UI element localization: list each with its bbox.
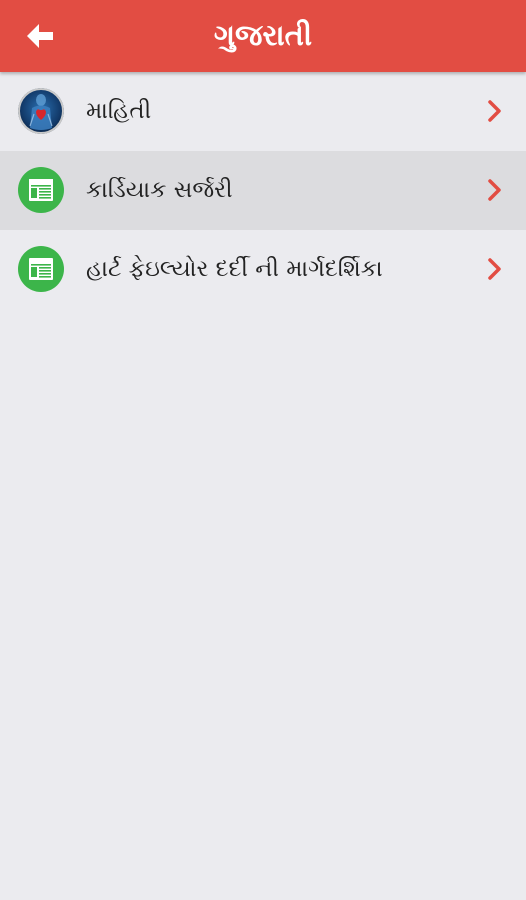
chevron-right-icon	[488, 179, 501, 201]
list-item-label: માહિતી	[86, 98, 152, 124]
document-icon	[18, 246, 64, 292]
list-item-cardiac-surgery[interactable]: કાર્ડિયાક સર્જરી	[0, 151, 526, 230]
app-header: ગુજરાતી	[0, 0, 526, 72]
document-icon	[18, 167, 64, 213]
chevron-right-icon	[488, 100, 501, 122]
chevron-right-icon	[488, 258, 501, 280]
list-item-heart-failure-guide[interactable]: હાર્ટ ફેઇલ્યોર દર્દી ની માર્ગદર્શિકા	[0, 230, 526, 309]
list-item-mahiti[interactable]: માહિતી	[0, 72, 526, 151]
heart-anatomy-icon	[18, 88, 64, 134]
page-title: ગુજરાતી	[213, 18, 313, 52]
list-item-label: હાર્ટ ફેઇલ્યોર દર્દી ની માર્ગદર્શિકા	[86, 256, 383, 282]
list-item-label: કાર્ડિયાક સર્જરી	[86, 177, 233, 203]
app-screen: ગુજરાતી માહિતી કાર્ડિયાક સર્જરી હાર્ટ ફે…	[0, 0, 526, 900]
menu-list: માહિતી કાર્ડિયાક સર્જરી હાર્ટ ફેઇલ્યોર દ…	[0, 72, 526, 309]
